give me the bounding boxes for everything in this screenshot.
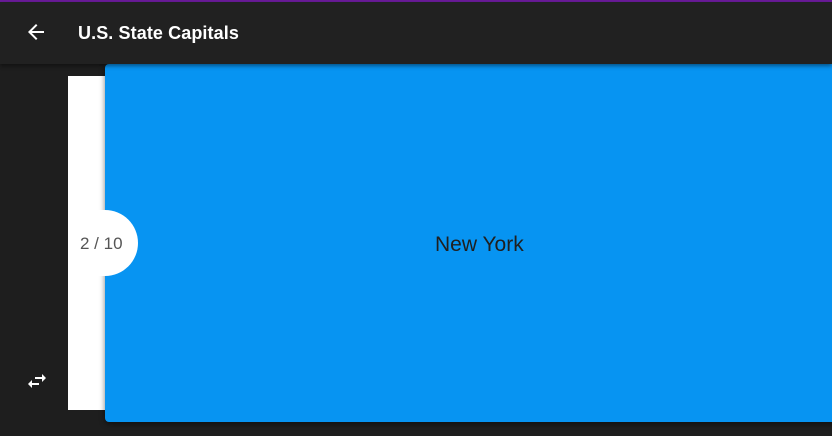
flashcard-text: New York (435, 233, 524, 256)
swap-button[interactable] (20, 364, 54, 398)
back-button[interactable] (18, 14, 54, 50)
page-counter: 2 / 10 (80, 234, 123, 253)
arrow-left-icon (28, 24, 44, 40)
app-bar: U.S. State Capitals (0, 2, 832, 64)
page-title: U.S. State Capitals (78, 23, 239, 43)
flashcard[interactable]: New York (105, 64, 832, 422)
swap-horizontal-icon (28, 374, 46, 388)
